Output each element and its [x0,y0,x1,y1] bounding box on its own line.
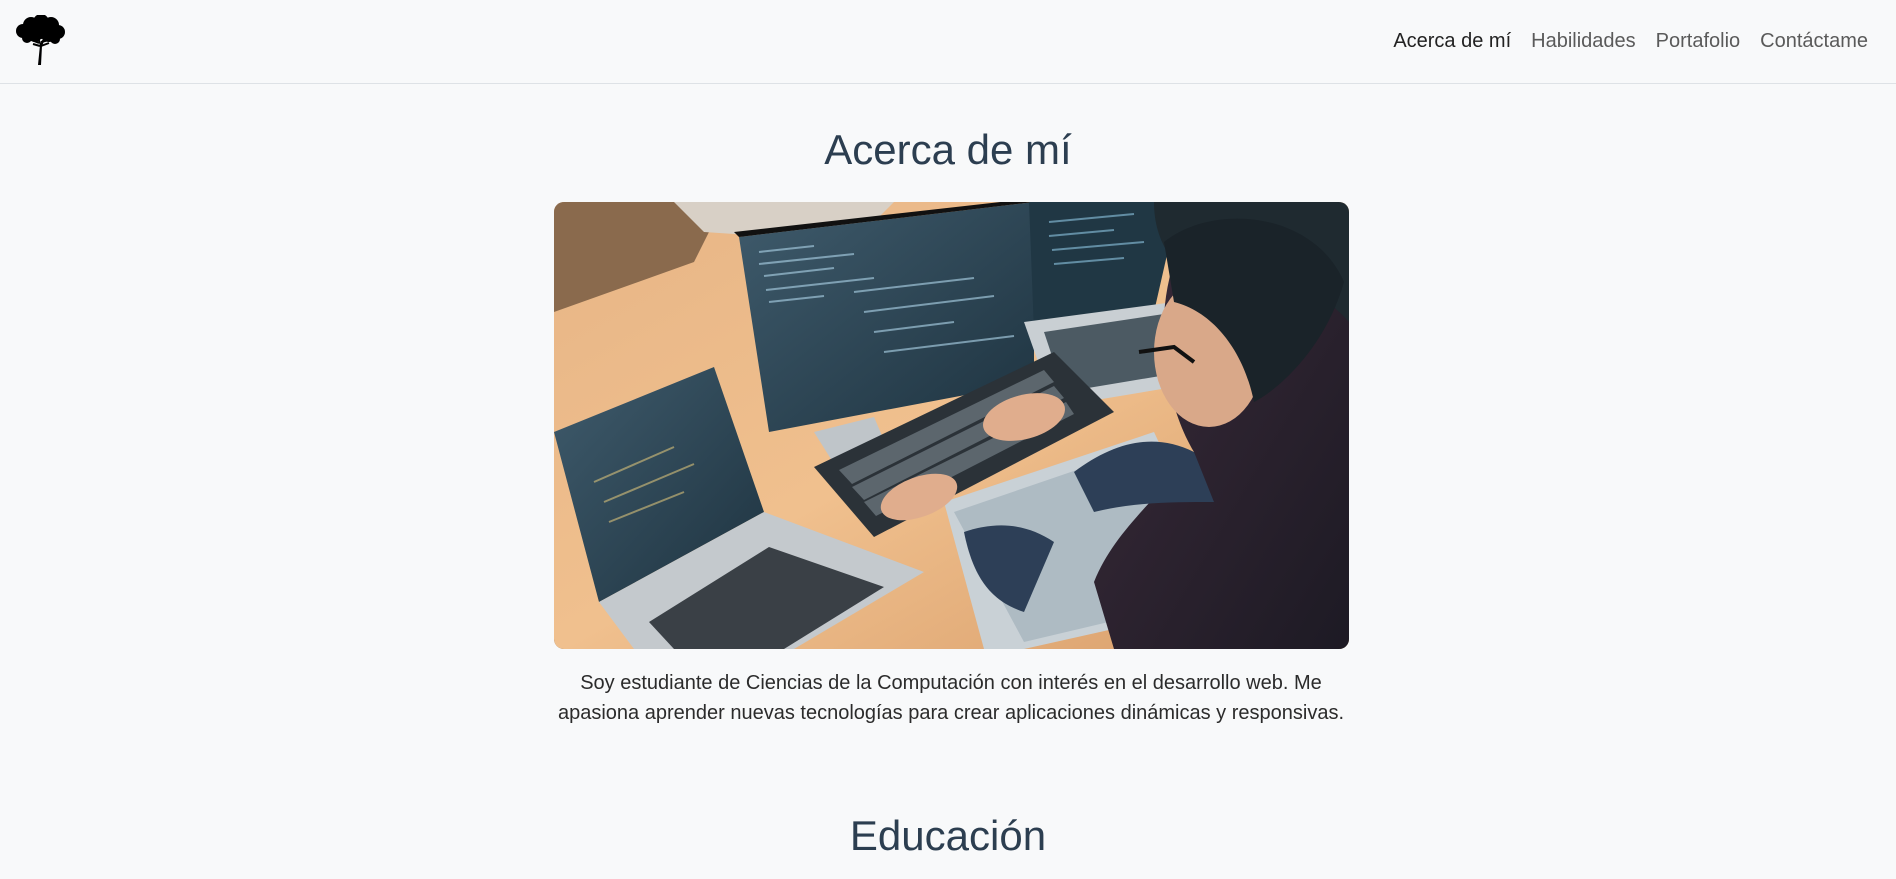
about-section-title: Acerca de mí [824,126,1072,173]
about-hero-image [554,202,1349,649]
navbar: Acerca de mí Habilidades Portafolio Cont… [0,0,1896,84]
education-section-title: Educación [849,812,1047,859]
main-nav: Acerca de mí Habilidades Portafolio Cont… [1383,28,1878,54]
nav-link-skills[interactable]: Habilidades [1521,28,1646,54]
tree-logo-icon [16,14,65,65]
nav-link-portfolio[interactable]: Portafolio [1646,28,1751,54]
about-description: Soy estudiante de Ciencias de la Computa… [557,672,1344,724]
nav-link-contact[interactable]: Contáctame [1750,28,1878,54]
brand-logo-link[interactable] [13,14,67,67]
nav-link-about[interactable]: Acerca de mí [1383,28,1521,54]
developer-photo-illustration [554,202,1349,649]
